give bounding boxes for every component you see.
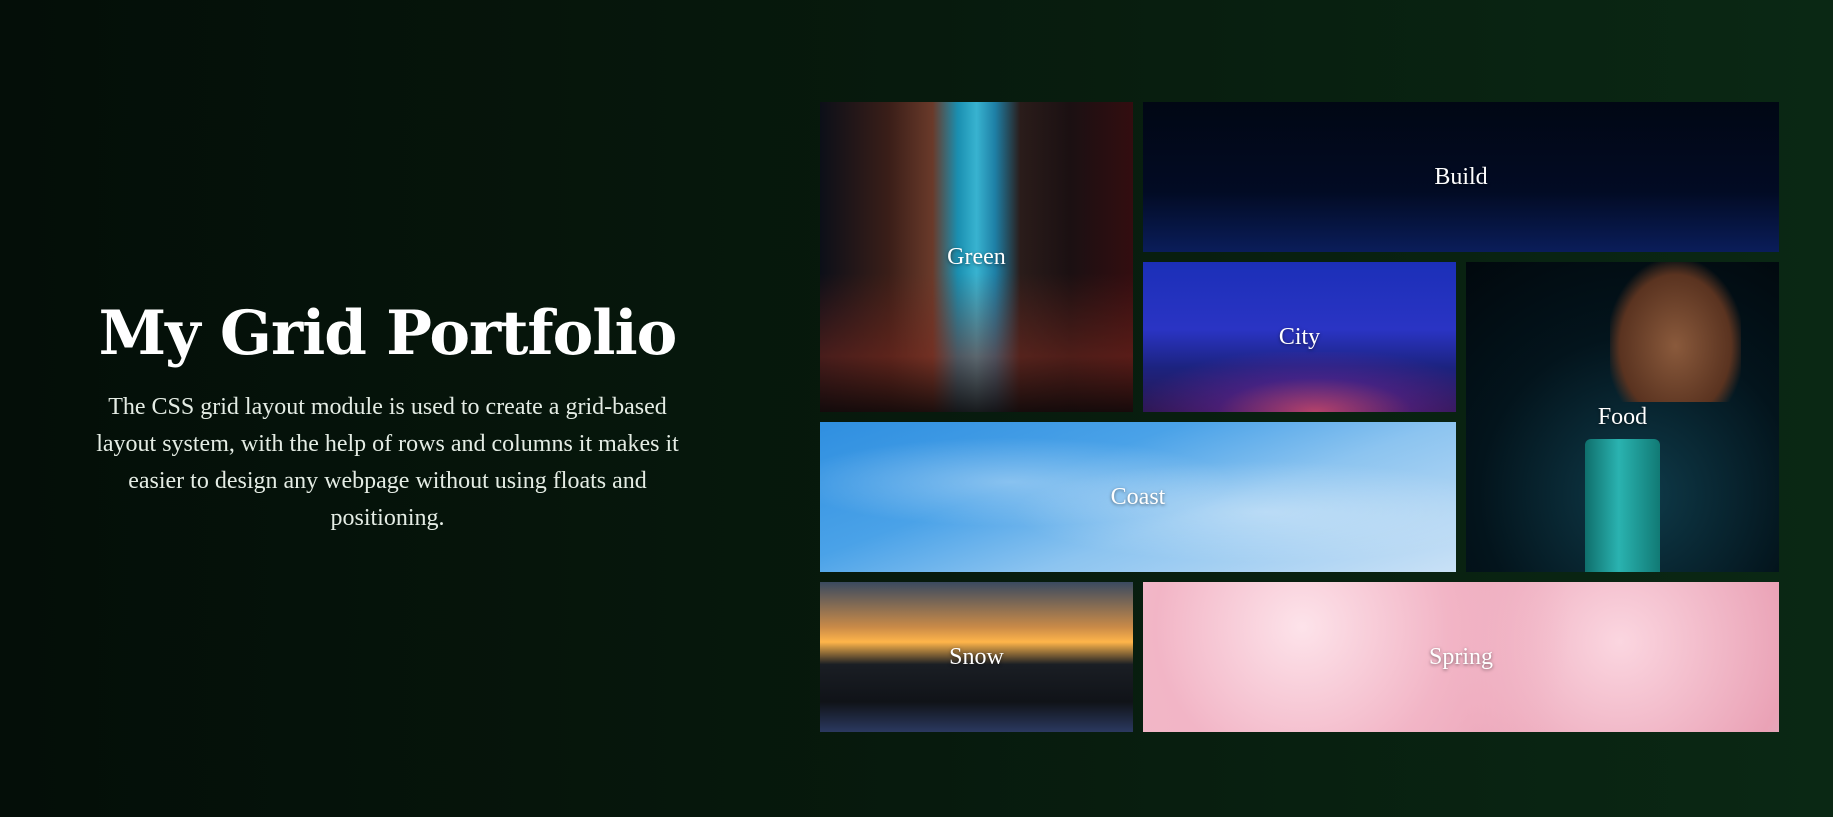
tile-label-snow: Snow (949, 643, 1004, 670)
tile-label-green: Green (947, 243, 1006, 270)
tile-label-city: City (1278, 323, 1321, 350)
intro-section: My Grid Portfolio The CSS grid layout mo… (90, 300, 685, 537)
tile-snow[interactable]: Snow (820, 582, 1133, 732)
page-title: My Grid Portfolio (98, 298, 678, 369)
tile-spring[interactable]: Spring (1143, 582, 1779, 732)
tile-label-spring: Spring (1428, 643, 1493, 670)
tile-label-coast: Coast (1110, 483, 1166, 510)
tile-label-build: Build (1434, 163, 1488, 190)
tile-label-food: Food (1597, 403, 1648, 430)
portfolio-grid: Green Build City Food Coast Snow Spring (820, 102, 1780, 732)
tile-green[interactable]: Green (820, 102, 1133, 412)
tile-food[interactable]: Food (1466, 262, 1779, 572)
tile-coast[interactable]: Coast (820, 422, 1456, 572)
tile-city[interactable]: City (1143, 262, 1456, 412)
tile-build[interactable]: Build (1143, 102, 1779, 252)
page-description: The CSS grid layout module is used to cr… (96, 394, 679, 532)
